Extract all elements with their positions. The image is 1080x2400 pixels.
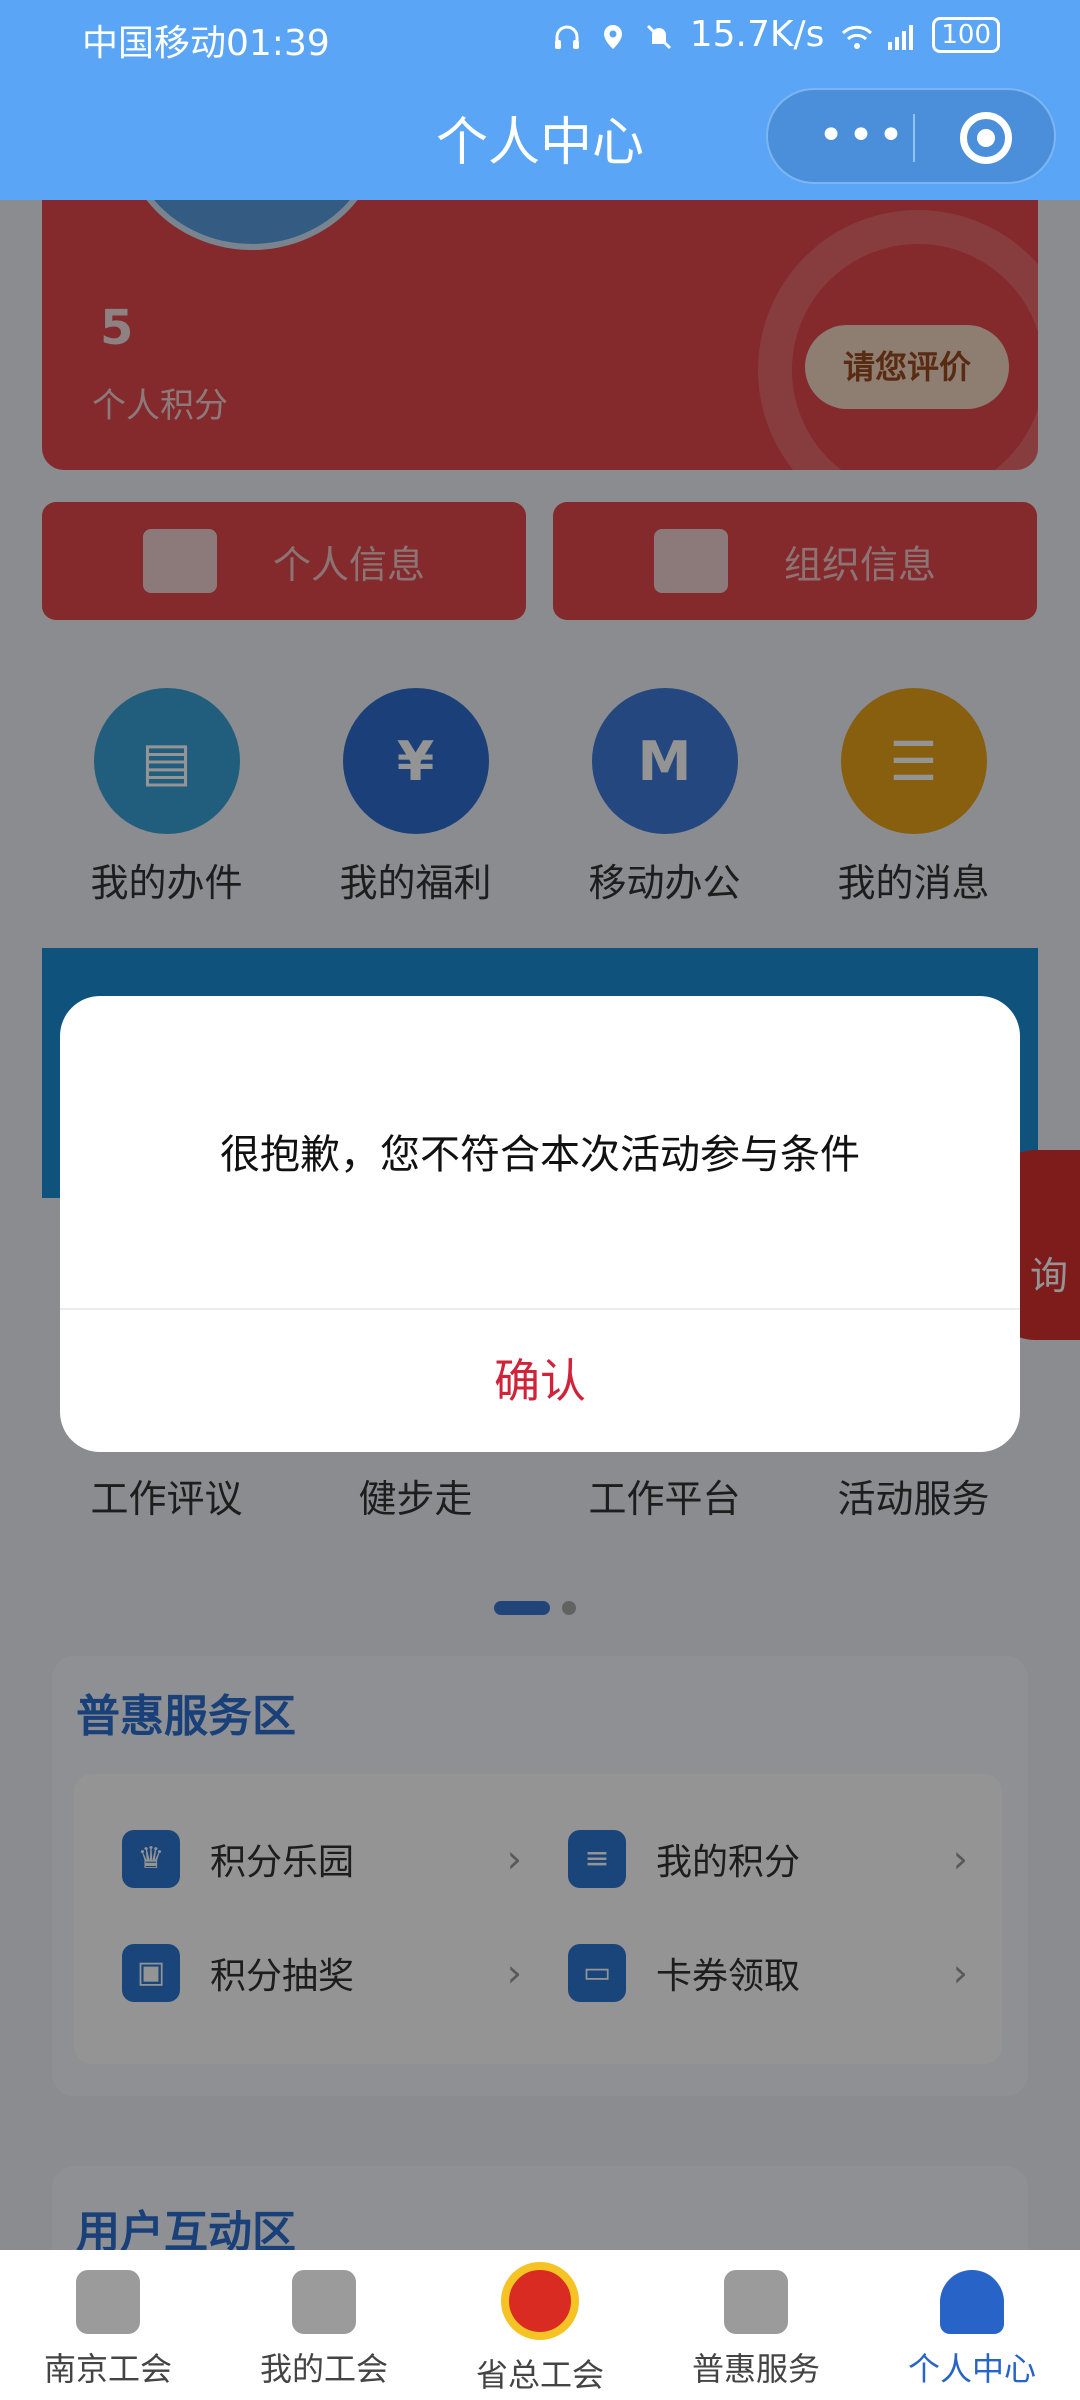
top-bar: 中国移动01:39 15.7K/s 100 个人中心 •••: [0, 0, 1080, 200]
battery-indicator: 100: [932, 16, 1000, 53]
heart-icon: [724, 2270, 788, 2334]
tab-personal-center[interactable]: 个人中心: [864, 2250, 1080, 2400]
grid-icon: [292, 2270, 356, 2334]
location-icon: [598, 20, 628, 50]
more-dots-icon[interactable]: •••: [808, 114, 918, 158]
tab-label: 普惠服务: [691, 2350, 820, 2388]
alert-dialog: 很抱歉，您不符合本次活动参与条件 确认: [60, 996, 1020, 1452]
target-close-icon[interactable]: [960, 112, 1012, 164]
tab-label: 个人中心: [907, 2350, 1036, 2388]
dialog-message: 很抱歉，您不符合本次活动参与条件: [220, 1132, 860, 1178]
capsule-divider: [913, 114, 915, 162]
tab-benefit-service[interactable]: 普惠服务: [648, 2250, 864, 2400]
signal-icon: [886, 20, 916, 50]
wifi-icon: [840, 20, 873, 50]
mute-bell-icon: [644, 20, 674, 50]
tab-my-union[interactable]: 我的工会: [216, 2250, 432, 2400]
headphones-icon: [552, 20, 582, 50]
tab-label: 我的工会: [259, 2350, 388, 2388]
union-emblem-icon: [501, 2262, 579, 2340]
bottom-tab-bar: 南京工会 我的工会 省总工会 普惠服务 个人中心: [0, 2250, 1080, 2400]
status-carrier-time: 中国移动01:39: [82, 23, 330, 64]
tab-nanjing-union[interactable]: 南京工会: [0, 2250, 216, 2400]
tab-label: 南京工会: [43, 2350, 172, 2388]
tab-label: 省总工会: [475, 2356, 604, 2394]
home-icon: [76, 2270, 140, 2334]
confirm-button[interactable]: 确认: [60, 1310, 1020, 1452]
network-speed: 15.7K/s: [689, 14, 825, 55]
tab-provincial-union[interactable]: 省总工会: [432, 2250, 648, 2400]
status-icons: 15.7K/s 100: [552, 14, 1000, 55]
mini-program-capsule: •••: [766, 88, 1056, 184]
person-icon: [940, 2270, 1004, 2334]
